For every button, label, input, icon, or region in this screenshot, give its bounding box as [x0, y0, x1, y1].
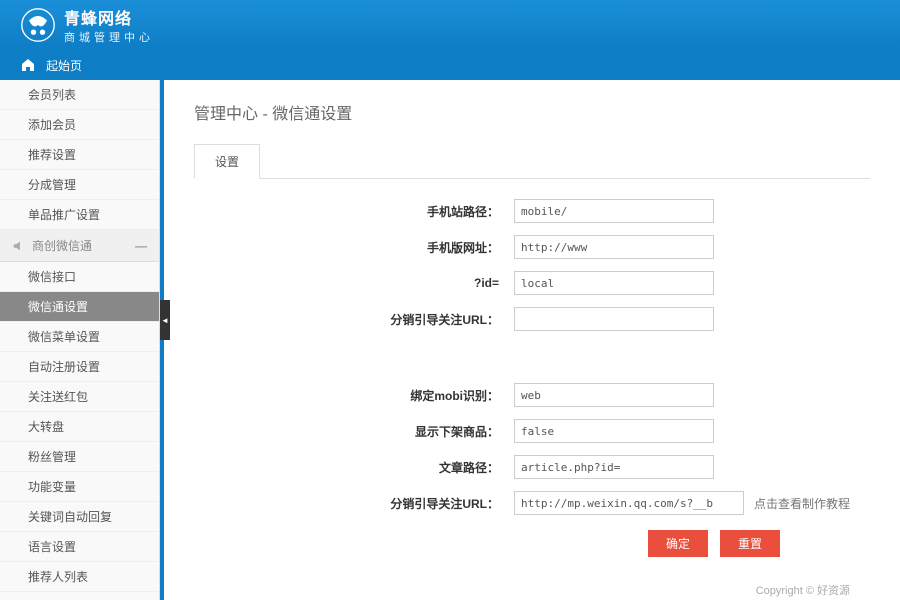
settings-form: 手机站路径： 手机版网址： ?id= 分销引导关注URL： 绑定mobi识别： 显示下架… — [194, 199, 870, 557]
form-input[interactable] — [514, 271, 714, 295]
tab-settings[interactable]: 设置 — [194, 144, 260, 179]
logo: 青蜂网络 商城管理中心 — [20, 5, 154, 45]
sidebar-item[interactable]: 自动注册设置 — [0, 352, 159, 382]
sidebar: 会员列表添加会员推荐设置分成管理单品推广设置 商创微信通 — 微信接口微信通设置… — [0, 80, 160, 600]
sidebar-item[interactable]: 关键词自动回复 — [0, 502, 159, 532]
confirm-button[interactable]: 确定 — [648, 530, 708, 557]
sidebar-item[interactable]: 微信通设置 — [0, 292, 159, 322]
sidebar-item[interactable]: 语言设置 — [0, 532, 159, 562]
tabs: 设置 — [194, 144, 870, 179]
sidebar-item[interactable]: 推荐人列表 — [0, 562, 159, 592]
brand-title: 青蜂网络 — [64, 5, 154, 29]
sidebar-item[interactable]: 微信OAuth — [0, 592, 159, 600]
breadcrumb: 起始页 — [0, 50, 900, 80]
form-input[interactable] — [514, 383, 714, 407]
speaker-icon — [12, 239, 26, 253]
reset-button[interactable]: 重置 — [720, 530, 780, 557]
breadcrumb-home[interactable]: 起始页 — [46, 57, 82, 74]
collapse-icon[interactable]: — — [135, 239, 147, 253]
form-row: 分销引导关注URL： 点击查看制作教程 — [214, 491, 850, 515]
form-row: 分销引导关注URL： — [214, 307, 850, 331]
form-input[interactable] — [514, 235, 714, 259]
sidebar-item[interactable]: 粉丝管理 — [0, 442, 159, 472]
form-hint[interactable]: 点击查看制作教程 — [754, 495, 850, 512]
form-row: 显示下架商品： — [214, 419, 850, 443]
form-label: 手机站路径： — [214, 203, 514, 220]
footer-copyright: Copyright © 好资源 — [194, 582, 870, 598]
form-input[interactable] — [514, 491, 744, 515]
form-actions: 确定 重置 — [214, 530, 850, 557]
form-row: 文章路径： — [214, 455, 850, 479]
header: 青蜂网络 商城管理中心 — [0, 0, 900, 50]
page-title: 管理中心 - 微信通设置 — [194, 100, 870, 124]
main: 管理中心 - 微信通设置 设置 手机站路径： 手机版网址： ?id= 分销引导关注UR… — [164, 80, 900, 600]
form-label: 手机版网址： — [214, 239, 514, 256]
sidebar-item[interactable]: 微信接口 — [0, 262, 159, 292]
form-row: ?id= — [214, 271, 850, 295]
home-icon[interactable] — [20, 57, 36, 73]
sidebar-item[interactable]: 分成管理 — [0, 170, 159, 200]
form-row: 手机版网址： — [214, 235, 850, 259]
sidebar-group-label: 商创微信通 — [32, 237, 92, 254]
form-label: ?id= — [214, 276, 514, 290]
form-input[interactable] — [514, 455, 714, 479]
form-row: 手机站路径： — [214, 199, 850, 223]
form-label: 分销引导关注URL： — [214, 311, 514, 328]
form-input[interactable] — [514, 199, 714, 223]
sidebar-item[interactable]: 添加会员 — [0, 110, 159, 140]
sidebar-item[interactable]: 功能变量 — [0, 472, 159, 502]
sidebar-group-wechat[interactable]: 商创微信通 — — [0, 230, 159, 262]
sidebar-item[interactable]: 关注送红包 — [0, 382, 159, 412]
form-label: 文章路径： — [214, 459, 514, 476]
sidebar-item[interactable]: 大转盘 — [0, 412, 159, 442]
sidebar-collapse-handle[interactable] — [160, 300, 170, 340]
form-input[interactable] — [514, 419, 714, 443]
form-label: 显示下架商品： — [214, 423, 514, 440]
brand-subtitle: 商城管理中心 — [64, 29, 154, 45]
sidebar-item[interactable]: 推荐设置 — [0, 140, 159, 170]
sidebar-item[interactable]: 会员列表 — [0, 80, 159, 110]
form-row: 绑定mobi识别： — [214, 383, 850, 407]
form-input[interactable] — [514, 307, 714, 331]
form-label: 绑定mobi识别： — [214, 387, 514, 404]
sidebar-item[interactable]: 微信菜单设置 — [0, 322, 159, 352]
form-label: 分销引导关注URL： — [214, 495, 514, 512]
logo-icon — [20, 7, 56, 43]
sidebar-item[interactable]: 单品推广设置 — [0, 200, 159, 230]
